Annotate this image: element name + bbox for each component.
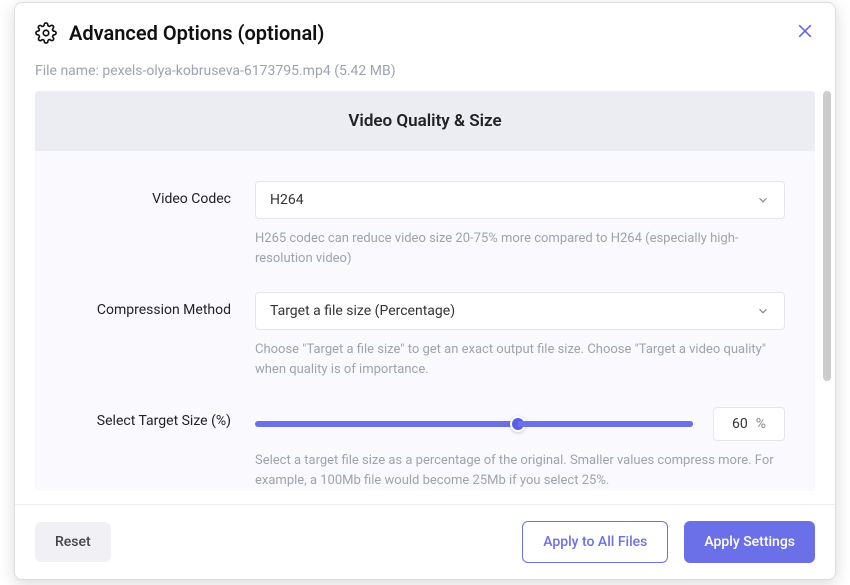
target-size-label: Select Target Size (%) xyxy=(65,403,255,429)
compression-method-row: Compression Method Target a file size (P… xyxy=(65,292,785,379)
section-title: Video Quality & Size xyxy=(35,91,815,151)
section-body: Video Codec H264 H265 codec can reduce v… xyxy=(35,151,815,491)
apply-all-button[interactable]: Apply to All Files xyxy=(522,521,668,563)
video-codec-select[interactable]: H264 xyxy=(255,181,785,219)
file-label: File name: xyxy=(35,63,99,79)
scroll-area: Video Quality & Size Video Codec H264 H2… xyxy=(15,91,835,504)
file-name: pexels-olya-kobruseva-6173795.mp4 xyxy=(102,63,330,79)
file-size: (5.42 MB) xyxy=(334,63,395,79)
target-size-unit: % xyxy=(756,416,766,432)
target-size-hint: Select a target file size as a percentag… xyxy=(255,451,785,490)
apply-settings-button[interactable]: Apply Settings xyxy=(684,521,815,563)
target-size-input[interactable]: 60 % xyxy=(713,407,785,441)
gear-icon xyxy=(35,22,57,44)
target-size-value: 60 xyxy=(732,416,748,432)
close-button[interactable] xyxy=(793,19,817,43)
video-codec-hint: H265 codec can reduce video size 20-75% … xyxy=(255,229,785,268)
compression-method-select[interactable]: Target a file size (Percentage) xyxy=(255,292,785,330)
compression-method-value: Target a file size (Percentage) xyxy=(270,303,455,319)
advanced-options-modal: Advanced Options (optional) File name: p… xyxy=(14,2,836,580)
modal-title: Advanced Options (optional) xyxy=(69,21,324,45)
reset-button[interactable]: Reset xyxy=(35,522,111,562)
video-codec-row: Video Codec H264 H265 codec can reduce v… xyxy=(65,181,785,268)
modal-header: Advanced Options (optional) xyxy=(15,3,835,55)
scrollbar[interactable] xyxy=(823,91,831,381)
target-size-slider[interactable] xyxy=(255,421,693,427)
target-size-row: Select Target Size (%) 60 % Select a tar… xyxy=(65,403,785,490)
compression-method-hint: Choose "Target a file size" to get an ex… xyxy=(255,340,785,379)
compression-method-label: Compression Method xyxy=(65,292,255,318)
chevron-down-icon xyxy=(756,304,770,318)
file-info: File name: pexels-olya-kobruseva-6173795… xyxy=(15,55,835,91)
chevron-down-icon xyxy=(756,193,770,207)
video-codec-label: Video Codec xyxy=(65,181,255,207)
close-icon xyxy=(795,21,815,41)
modal-footer: Reset Apply to All Files Apply Settings xyxy=(15,504,835,579)
video-codec-value: H264 xyxy=(270,192,304,208)
slider-thumb[interactable] xyxy=(510,416,526,432)
